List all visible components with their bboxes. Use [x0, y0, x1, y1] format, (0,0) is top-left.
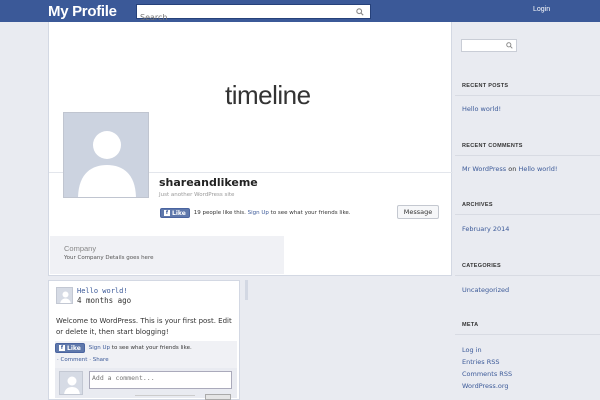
comment-field-extra[interactable] — [135, 395, 195, 400]
sidebar-divider — [455, 95, 600, 96]
like-row: f Like 19 people like this. Sign Up to s… — [160, 208, 351, 218]
profile-tagline: Just another WordPress site — [159, 192, 235, 198]
timeline-spine — [245, 280, 248, 300]
company-title: Company — [64, 244, 97, 253]
share-link[interactable]: Share — [93, 357, 109, 363]
company-box: Company Your Company Details goes here — [50, 236, 284, 274]
sidebar-divider — [455, 334, 600, 335]
post-avatar — [56, 287, 73, 304]
archives-heading: ARCHIVES — [462, 202, 493, 208]
message-button[interactable]: Message — [397, 205, 439, 219]
comment-author-link[interactable]: Mr WordPress — [462, 165, 506, 173]
post-date: 4 months ago — [77, 296, 132, 305]
site-title[interactable]: My Profile — [48, 3, 117, 20]
comment-on-text: on — [508, 165, 517, 173]
default-avatar-icon — [64, 113, 148, 197]
sidebar-divider — [455, 155, 600, 156]
post-body: Welcome to WordPress. This is your first… — [56, 317, 232, 336]
categories-heading: CATEGORIES — [462, 263, 501, 269]
sidebar-search[interactable] — [461, 39, 517, 52]
timeline-post: Hello world! 4 months ago Welcome to Wor… — [48, 280, 240, 400]
comment-link[interactable]: Comment — [61, 357, 88, 363]
commenter-avatar — [59, 371, 83, 395]
company-description: Your Company Details goes here — [64, 255, 154, 261]
cover-title: timeline — [225, 80, 311, 110]
post-like-label: Like — [67, 344, 81, 352]
signup-link[interactable]: Sign Up — [248, 210, 269, 216]
facebook-icon: f — [59, 345, 65, 351]
default-avatar-icon — [57, 288, 72, 303]
like-count: 19 people like this. — [193, 210, 246, 216]
sidebar-divider — [455, 214, 600, 215]
like-button[interactable]: f Like — [160, 208, 190, 218]
recent-post-link[interactable]: Hello world! — [462, 105, 501, 113]
archive-link[interactable]: February 2014 — [462, 225, 509, 233]
post-like-row: f Like Sign Up to see what your friends … — [55, 343, 192, 353]
category-link[interactable]: Uncategorized — [462, 286, 509, 294]
like-label: Like — [172, 209, 186, 217]
meta-entries-rss-link[interactable]: Entries RSS — [462, 358, 499, 366]
post-actions: · Comment · Share — [57, 357, 109, 363]
profile-panel: timeline shareandlikeme Just another Wor… — [48, 22, 453, 276]
search-icon[interactable] — [506, 42, 513, 49]
profile-name: shareandlikeme — [159, 176, 258, 189]
default-avatar-icon — [60, 372, 82, 394]
top-bar: My Profile Login — [0, 0, 600, 24]
post-signup-suffix: to see what your friends like. — [111, 345, 192, 351]
post-like-button[interactable]: f Like — [55, 343, 85, 353]
post-signup-link[interactable]: Sign Up — [89, 345, 110, 351]
signup-suffix: to see what your friends like. — [270, 210, 351, 216]
meta-heading: META — [462, 322, 479, 328]
meta-wordpress-link[interactable]: WordPress.org — [462, 382, 509, 390]
facebook-icon: f — [164, 210, 170, 216]
comment-box — [55, 368, 237, 400]
recent-comments-heading: RECENT COMMENTS — [462, 143, 523, 149]
post-title-link[interactable]: Hello world! — [77, 287, 128, 295]
search-box — [136, 4, 371, 24]
search-icon[interactable] — [356, 8, 364, 16]
profile-avatar[interactable] — [63, 112, 149, 198]
comment-input[interactable] — [89, 371, 232, 389]
post-like-area: f Like Sign Up to see what your friends … — [55, 341, 237, 400]
meta-login-link[interactable]: Log in — [462, 346, 482, 354]
recent-posts-heading: RECENT POSTS — [462, 83, 509, 89]
login-link[interactable]: Login — [533, 6, 550, 13]
comment-post-link[interactable]: Hello world! — [518, 165, 557, 173]
sidebar-divider — [455, 275, 600, 276]
recent-comment-item: Mr WordPress on Hello world! — [462, 165, 557, 173]
meta-comments-rss-link[interactable]: Comments RSS — [462, 370, 512, 378]
comment-submit-button[interactable] — [205, 394, 231, 400]
